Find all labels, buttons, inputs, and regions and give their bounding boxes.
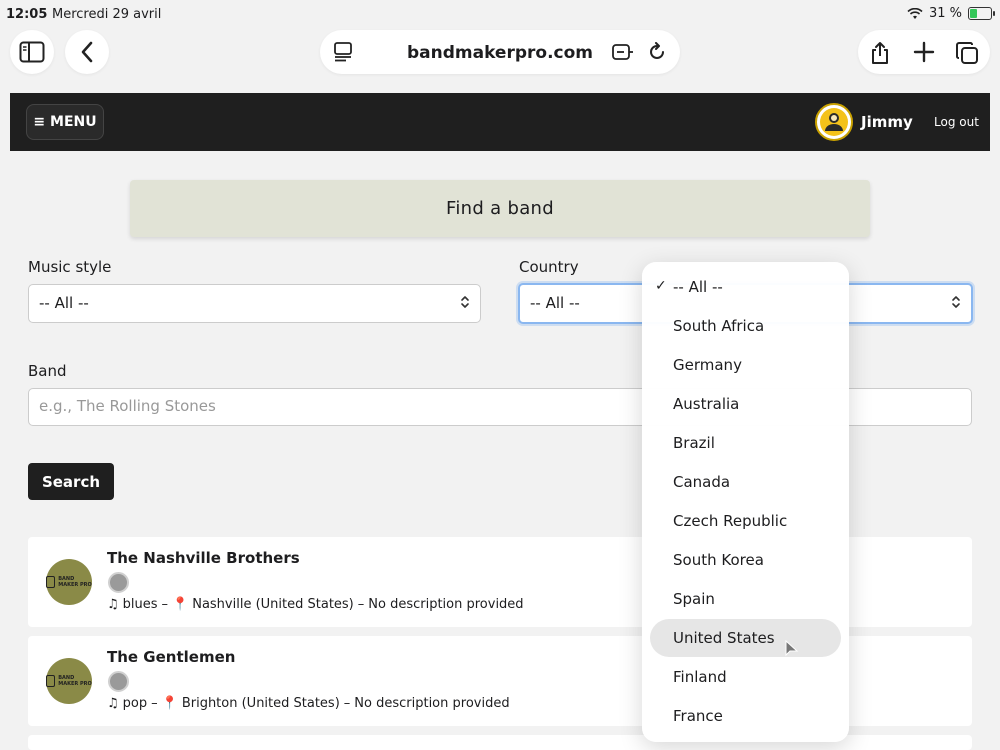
band-location: Brighton (United States) [181,696,340,711]
logout-link[interactable]: Log out [934,115,979,129]
browser-toolbar: bandmakerpro.com [0,26,1000,84]
battery-icon [968,7,995,20]
checkmark-icon: ✓ [655,278,667,294]
avatar-icon [820,108,848,136]
bmp-badge-icon [108,671,129,692]
wifi-icon [907,7,923,19]
pointer-cursor-icon [785,640,799,657]
music-note-icon: ♫ [107,597,119,612]
country-option[interactable]: France [650,697,841,735]
menu-button[interactable]: ≡ MENU [26,104,104,140]
band-name[interactable]: The Nashville Brothers [107,549,300,567]
reload-icon[interactable] [647,42,667,62]
music-style-label: Music style [28,258,112,276]
band-description: No description provided [354,696,510,711]
country-option[interactable]: Australia [650,385,841,423]
band-meta: ♫ blues – 📍 Nashville (United States) – … [107,597,524,612]
country-dropdown-menu: ✓ -- All -- South Africa Germany Australi… [642,262,849,742]
band-logo: BAND MAKER PRO [46,559,92,605]
band-style: pop [122,696,148,711]
chevron-updown-icon [952,296,960,308]
band-label: Band [28,362,67,380]
logo-text: BAND MAKER PRO [58,675,92,687]
country-option[interactable]: ✓ -- All -- [650,268,841,306]
band-input-placeholder: e.g., The Rolling Stones [39,397,216,415]
extension-icon[interactable] [612,42,634,62]
page-title: Find a band [130,180,870,237]
status-time: 12:05 [6,7,48,22]
search-button[interactable]: Search [28,463,114,500]
separator: – [161,597,169,612]
sidebar-toggle-button[interactable] [10,30,54,74]
band-logo: BAND MAKER PRO [46,658,92,704]
battery-percent: 31 % [928,6,962,21]
toolbar-actions [858,30,990,74]
country-option[interactable]: Brazil [650,424,841,462]
back-button[interactable] [65,30,109,74]
sidebar-icon [19,41,45,63]
logo-text: BAND MAKER PRO [58,576,92,588]
separator: – [357,597,365,612]
music-style-select[interactable]: -- All -- [28,284,481,323]
country-value: -- All -- [530,294,580,312]
country-option[interactable]: Germany [650,346,841,384]
location-pin-icon: 📍 [161,696,178,711]
bmp-badge-icon [108,572,129,593]
country-option[interactable]: South Korea [650,541,841,579]
status-right: 31 % [907,6,995,21]
share-icon[interactable] [869,41,891,65]
country-option[interactable]: Canada [650,463,841,501]
separator: – [151,696,158,711]
tabs-overview-icon[interactable] [955,41,979,65]
status-date: Mercredi 29 avril [52,7,162,22]
country-option[interactable]: Spain [650,580,841,618]
user-avatar[interactable] [815,103,853,141]
band-name[interactable]: The Gentlemen [107,648,235,666]
band-meta: ♫ pop – 📍 Brighton (United States) – No … [107,696,510,711]
address-bar[interactable]: bandmakerpro.com [320,30,680,74]
logo-mark-icon [46,675,56,687]
music-note-icon: ♫ [107,696,119,711]
country-option[interactable]: South Africa [650,307,841,345]
location-pin-icon: 📍 [172,597,189,612]
country-option[interactable]: Czech Republic [650,502,841,540]
music-style-value: -- All -- [39,294,89,312]
chevron-left-icon [81,41,93,63]
new-tab-icon[interactable] [913,41,935,63]
site-header: ≡ MENU Jimmy Log out [10,93,990,151]
separator: – [343,696,351,711]
band-location: Nashville (United States) [192,597,354,612]
country-option-highlighted[interactable]: United States [650,619,841,657]
chevron-updown-icon [461,296,469,308]
band-description: No description provided [368,597,524,612]
logo-mark-icon [46,576,56,588]
username[interactable]: Jimmy [861,113,913,131]
country-label: Country [519,258,579,276]
country-option[interactable]: Finland [650,658,841,696]
band-style: blues [122,597,158,612]
